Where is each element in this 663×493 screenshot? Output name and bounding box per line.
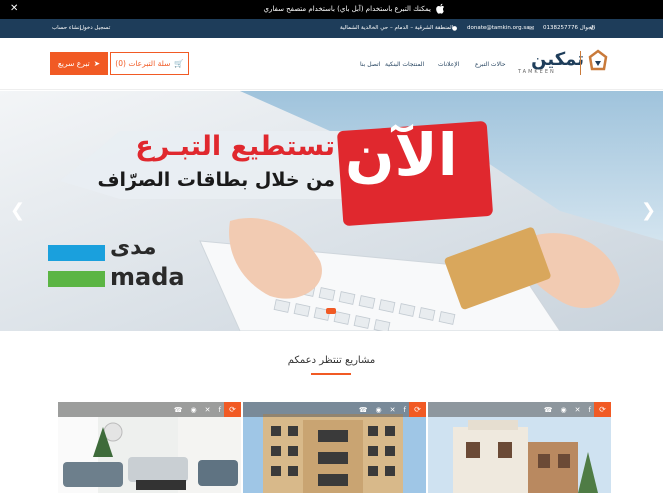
apple-icon [436, 3, 445, 14]
mada-logo: مدى mada [48, 235, 188, 293]
project-card-3[interactable]: ☎ ◉ ✕ f ⟳ [428, 402, 611, 493]
banner-artwork [0, 91, 663, 331]
mada-green-bar [48, 271, 105, 287]
donation-cart-button[interactable]: سلة التبرعات (0) 🛒 [110, 52, 189, 75]
email-text[interactable]: donate@tamkin.org.sa [467, 25, 530, 31]
whatsapp-icon[interactable]: ☎ [359, 406, 368, 414]
nav-bank-products[interactable]: المنتجات البنكية [385, 61, 424, 68]
whatsapp-icon[interactable]: ☎ [174, 406, 183, 414]
nav-contact[interactable]: اتصل بنا [360, 61, 380, 68]
hero-banner: الآن تستطيع التبـرع من خلال بطاقات الصرّ… [0, 91, 663, 331]
nav-announcements[interactable]: الإعلانات [438, 61, 459, 68]
x-twitter-icon[interactable]: ✕ [390, 406, 396, 414]
login-link[interactable]: تسجيل دخول [80, 25, 110, 31]
mada-arabic: مدى [110, 235, 157, 260]
instagram-icon[interactable]: ◉ [561, 406, 567, 414]
share-icon[interactable]: ⟳ [409, 402, 426, 417]
x-twitter-icon[interactable]: ✕ [205, 406, 211, 414]
project-card-1[interactable]: ☎ ◉ ✕ f ⟳ [58, 402, 241, 493]
banner-line-1: تستطيع التبـرع [135, 131, 335, 162]
instagram-icon[interactable]: ◉ [376, 406, 382, 414]
tamkeen-logo[interactable]: تمكين TAMKEEN [512, 49, 608, 77]
share-toolbar: ☎ ◉ ✕ f [58, 402, 241, 417]
x-twitter-icon[interactable]: ✕ [575, 406, 581, 414]
logo-divider [580, 51, 581, 75]
address-text: المنطقة الشرقية – الدمام – حي الخالدية ا… [340, 25, 454, 31]
section-underline [311, 373, 351, 375]
facebook-icon[interactable]: f [589, 406, 591, 414]
instagram-icon[interactable]: ◉ [191, 406, 197, 414]
nav-donation-cases[interactable]: حالات التبرع [475, 61, 506, 68]
logo-english-text: TAMKEEN [518, 69, 556, 75]
facebook-icon[interactable]: f [219, 406, 221, 414]
phone-icon: ✆ [590, 25, 596, 32]
share-toolbar: ☎ ◉ ✕ f [428, 402, 611, 417]
project-card-2[interactable]: ☎ ◉ ✕ f ⟳ [243, 402, 426, 493]
cart-label: سلة التبرعات (0) [115, 59, 171, 68]
cart-icon: 🛒 [174, 59, 184, 68]
mada-blue-bar [48, 245, 105, 261]
quick-donate-label: تبرع سريع [57, 59, 90, 68]
close-icon[interactable]: ✕ [10, 3, 18, 14]
logo-arabic-text: تمكين [531, 49, 584, 70]
banner-line-2: من خلال بطاقات الصرّاف [97, 169, 335, 191]
logo-mark-icon [588, 49, 608, 71]
chevron-left-icon[interactable]: ❮ [10, 200, 25, 221]
apple-pay-notice-bar: ✕ يمكنك التبرع باستخدام (آبل باي) باستخد… [0, 0, 663, 19]
signup-link[interactable]: إنشاء حساب [52, 25, 81, 31]
section-title: مشاريع تنتظر دعمكم [287, 355, 376, 366]
quick-donate-button[interactable]: تبرع سريع ➤ [50, 52, 108, 75]
chevron-right-icon[interactable]: ❯ [641, 200, 656, 221]
email-icon: ✉ [529, 25, 535, 32]
contact-info-bar: إنشاء حساب تسجيل دخول المنطقة الشرقية – … [0, 19, 663, 38]
banner-headline: الآن [345, 121, 458, 189]
location-icon: ● [452, 25, 458, 32]
apple-pay-notice-text: يمكنك التبرع باستخدام (آبل باي) باستخدام… [263, 5, 431, 13]
slider-indicator[interactable] [326, 308, 336, 314]
facebook-icon[interactable]: f [404, 406, 406, 414]
share-toolbar: ☎ ◉ ✕ f [243, 402, 426, 417]
phone-text[interactable]: الجوال 0138257776 [543, 25, 595, 31]
whatsapp-icon[interactable]: ☎ [544, 406, 553, 414]
send-icon: ➤ [93, 59, 101, 68]
mada-english: mada [110, 263, 185, 291]
share-icon[interactable]: ⟳ [594, 402, 611, 417]
share-icon[interactable]: ⟳ [224, 402, 241, 417]
